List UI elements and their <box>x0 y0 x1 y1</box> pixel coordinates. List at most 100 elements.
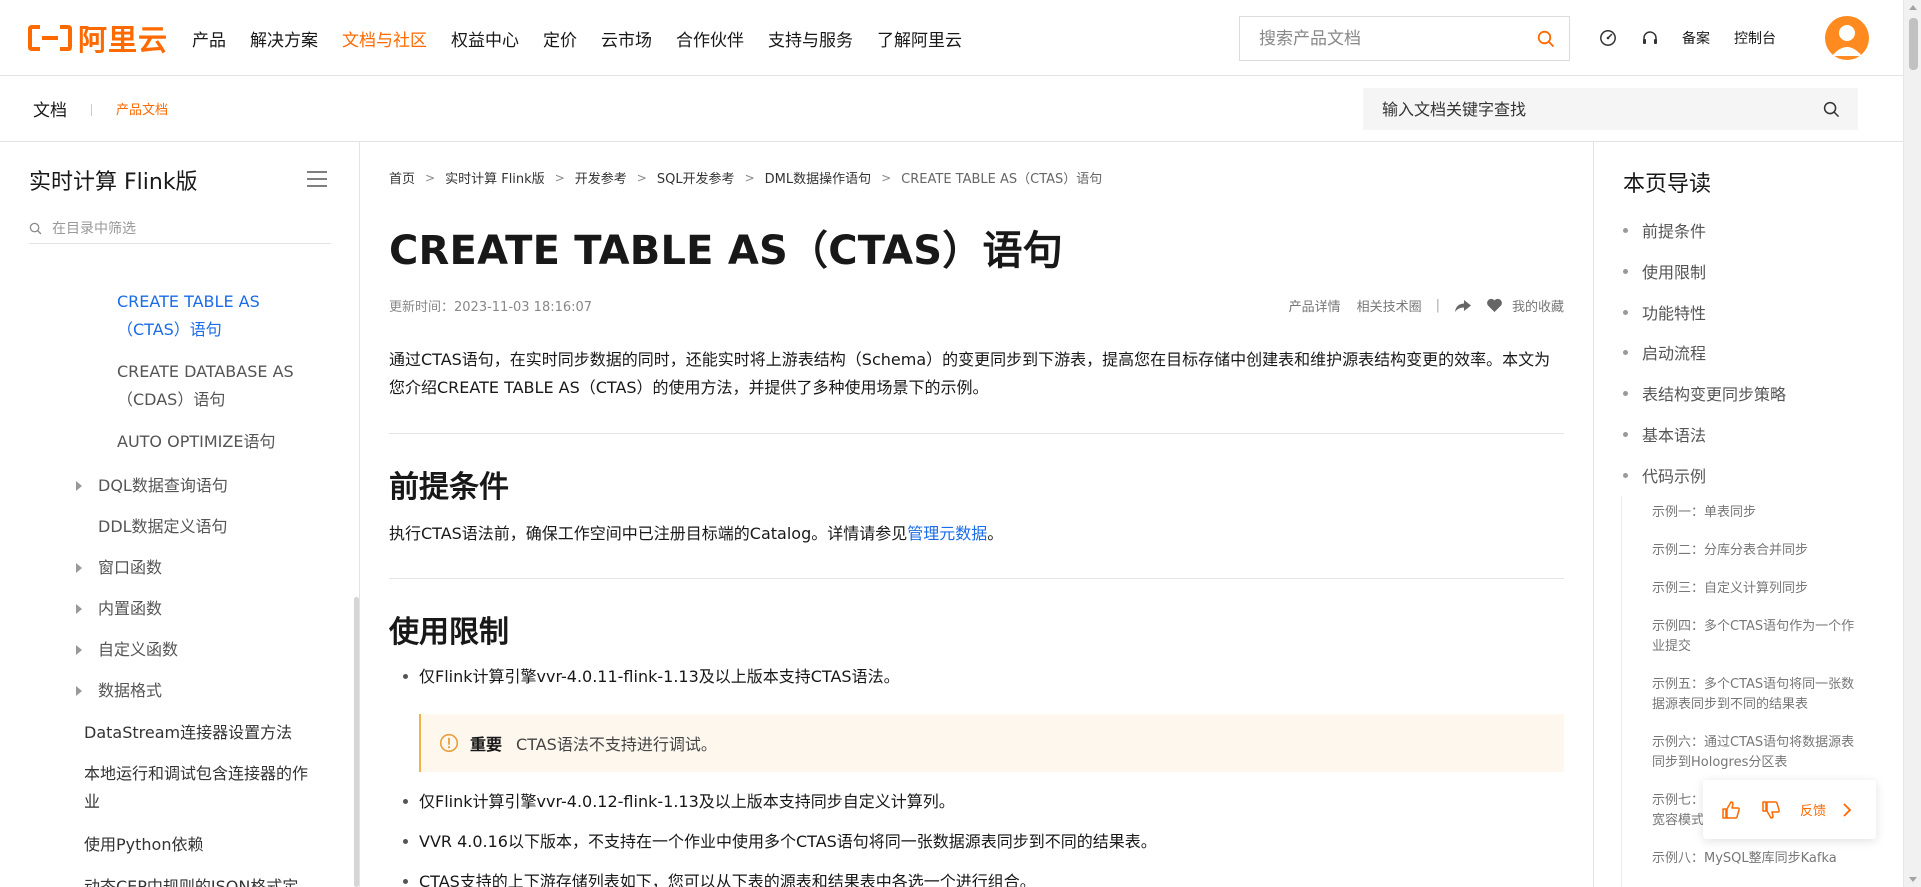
search-icon[interactable] <box>1537 30 1555 48</box>
toc-title: 本页导读 <box>1623 172 1712 197</box>
doc-keyword-search-input[interactable] <box>1382 99 1823 119</box>
toc-item-label: 使用限制 <box>1642 263 1707 282</box>
list-menu-icon[interactable] <box>306 170 328 188</box>
toc-dot <box>1623 268 1628 274</box>
share-icon[interactable] <box>1454 299 1472 313</box>
scroll-down-arrow[interactable] <box>1909 877 1917 882</box>
doc-keyword-search <box>1363 88 1858 130</box>
heart-icon[interactable] <box>1486 298 1503 313</box>
toc-subitem-example-6[interactable]: 示例六：通过CTAS语句将数据源表同步到Hologres分区表 <box>1652 733 1867 773</box>
console-link[interactable]: 控制台 <box>1734 28 1776 48</box>
sidebar-item-cep-json[interactable]: 动态CEP中规则的JSON格式定 <box>84 873 298 887</box>
beian-link[interactable]: 备案 <box>1682 28 1710 48</box>
sidebar-item-cdas[interactable]: CREATE DATABASE AS （CDAS）语句 <box>117 358 317 414</box>
avatar[interactable] <box>1825 16 1869 60</box>
doc-sidebar: 实时计算 Flink版 CREATE TABLE AS （CTAS）语句 CRE… <box>0 142 360 887</box>
breadcrumb-dev-ref[interactable]: 开发参考 <box>575 168 627 187</box>
breadcrumb-flink[interactable]: 实时计算 Flink版 <box>445 168 545 187</box>
breadcrumb-sql-ref[interactable]: SQL开发参考 <box>657 168 735 187</box>
nav-item-partners[interactable]: 合作伙伴 <box>676 26 744 51</box>
tree-arrow-icon[interactable] <box>76 481 82 491</box>
headset-icon[interactable] <box>1640 28 1660 48</box>
sidebar-item-auto-optimize[interactable]: AUTO OPTIMIZE语句 <box>117 428 275 456</box>
toc-item-label: 基本语法 <box>1642 426 1707 445</box>
thumb-up-icon[interactable] <box>1718 797 1744 823</box>
toc-item-features[interactable]: 功能特性 <box>1623 300 1706 324</box>
logo-icon <box>28 25 72 51</box>
list-item: CTAS支持的上下游存储列表如下，您可以从下表的源表和结果表中各选一个进行组合。 <box>403 868 1036 887</box>
search-icon[interactable] <box>1823 101 1840 118</box>
page-title: CREATE TABLE AS（CTAS）语句 <box>389 228 1063 274</box>
top-right-actions: 备案 控制台 <box>1598 0 1800 76</box>
tree-arrow-icon[interactable] <box>76 686 82 696</box>
thumb-down-icon[interactable] <box>1758 797 1784 823</box>
tech-circle-link[interactable]: 相关技术圈 <box>1357 296 1422 315</box>
sidebar-item-python-deps[interactable]: 使用Python依赖 <box>84 831 203 859</box>
feedback-button[interactable]: 反馈 <box>1800 800 1826 819</box>
nav-item-pricing[interactable]: 定价 <box>543 26 577 51</box>
scrollbar-thumb[interactable] <box>1909 18 1918 70</box>
prerequisites-paragraph: 执行CTAS语法前，确保工作空间中已注册目标端的Catalog。详情请参见管理元… <box>389 520 1003 548</box>
breadcrumb-home[interactable]: 首页 <box>389 168 415 187</box>
manage-metadata-link[interactable]: 管理元数据 <box>907 524 987 543</box>
nav-item-about[interactable]: 了解阿里云 <box>877 26 962 51</box>
section-heading-prerequisites: 前提条件 <box>389 470 509 505</box>
nav-item-products[interactable]: 产品 <box>192 26 226 51</box>
sidebar-item-ddl[interactable]: DDL数据定义语句 <box>98 513 228 541</box>
article-main: 首页 > 实时计算 Flink版 > 开发参考 > SQL开发参考 > DML数… <box>389 142 1564 887</box>
toc-item-examples[interactable]: 代码示例 <box>1623 463 1706 487</box>
tree-arrow-icon[interactable] <box>76 645 82 655</box>
tree-arrow-icon[interactable] <box>76 604 82 614</box>
page-scrollbar[interactable] <box>1903 0 1921 887</box>
toc-sub-line <box>1621 496 1622 887</box>
breadcrumb-dml[interactable]: DML数据操作语句 <box>765 168 871 187</box>
sidebar-filter-input[interactable] <box>52 220 312 237</box>
toc-item-limitations[interactable]: 使用限制 <box>1623 259 1706 283</box>
bullet-dot <box>403 879 408 884</box>
product-details-link[interactable]: 产品详情 <box>1289 296 1341 315</box>
scroll-up-arrow[interactable] <box>1909 5 1917 10</box>
nav-item-support[interactable]: 支持与服务 <box>768 26 853 51</box>
logo-text: 阿里云 <box>78 23 169 57</box>
product-docs-link[interactable]: 产品文档 <box>116 99 168 118</box>
sidebar-item-builtin-functions[interactable]: 内置函数 <box>98 595 162 623</box>
product-doc-search-input[interactable] <box>1259 28 1537 49</box>
toc-subitem-example-2[interactable]: 示例二：分库分表合并同步 <box>1652 541 1867 561</box>
sidebar-item-datastream-connector[interactable]: DataStream连接器设置方法 <box>84 719 292 747</box>
feedback-widget: 反馈 <box>1703 780 1876 839</box>
sidebar-item-udf[interactable]: 自定义函数 <box>98 636 178 664</box>
toc-subitem-example-1[interactable]: 示例一：单表同步 <box>1652 503 1867 523</box>
bullet-dot <box>403 674 408 679</box>
toc-subitem-example-8[interactable]: 示例八：MySQL整库同步Kafka <box>1652 849 1867 869</box>
toc-item-schema-sync[interactable]: 表结构变更同步策略 <box>1623 381 1786 405</box>
sidebar-title: 实时计算 Flink版 <box>29 170 198 195</box>
sidebar-item-local-debug[interactable]: 本地运行和调试包含连接器的作 业 <box>84 760 324 816</box>
chevron-right-icon: > <box>554 170 565 185</box>
chevron-right-icon: > <box>636 170 647 185</box>
section-divider <box>389 578 1564 579</box>
sidebar-item-ctas[interactable]: CREATE TABLE AS （CTAS）语句 <box>117 288 317 344</box>
toc-subitem-example-4[interactable]: 示例四：多个CTAS语句作为一个作业提交 <box>1652 617 1867 657</box>
nav-item-solutions[interactable]: 解决方案 <box>250 26 318 51</box>
aliyun-logo[interactable]: 阿里云 <box>28 22 168 57</box>
chevron-right-icon: > <box>744 170 755 185</box>
toc-item-prerequisites[interactable]: 前提条件 <box>1623 218 1706 242</box>
sidebar-item-dql[interactable]: DQL数据查询语句 <box>98 472 228 500</box>
nav-item-marketplace[interactable]: 云市场 <box>601 26 652 51</box>
toc-subitem-example-3[interactable]: 示例三：自定义计算列同步 <box>1652 579 1867 599</box>
my-favorites-link[interactable]: 我的收藏 <box>1512 296 1564 315</box>
chevron-right-icon[interactable] <box>1842 802 1852 817</box>
dashboard-icon[interactable] <box>1598 28 1618 48</box>
toc-item-startup[interactable]: 启动流程 <box>1623 340 1706 364</box>
tree-arrow-icon[interactable] <box>76 563 82 573</box>
chevron-right-icon: > <box>425 170 436 185</box>
toc-item-syntax[interactable]: 基本语法 <box>1623 422 1706 446</box>
toc-subitem-example-5[interactable]: 示例五：多个CTAS语句将同一张数据源表同步到不同的结果表 <box>1652 675 1867 715</box>
sidebar-item-window-functions[interactable]: 窗口函数 <box>98 554 162 582</box>
nav-item-benefits[interactable]: 权益中心 <box>451 26 519 51</box>
doc-label[interactable]: 文档 <box>33 96 67 121</box>
toc-item-label: 前提条件 <box>1642 222 1707 241</box>
sidebar-item-data-formats[interactable]: 数据格式 <box>98 677 162 705</box>
sidebar-scrollbar[interactable] <box>354 597 359 887</box>
nav-item-docs-community[interactable]: 文档与社区 <box>342 26 427 51</box>
